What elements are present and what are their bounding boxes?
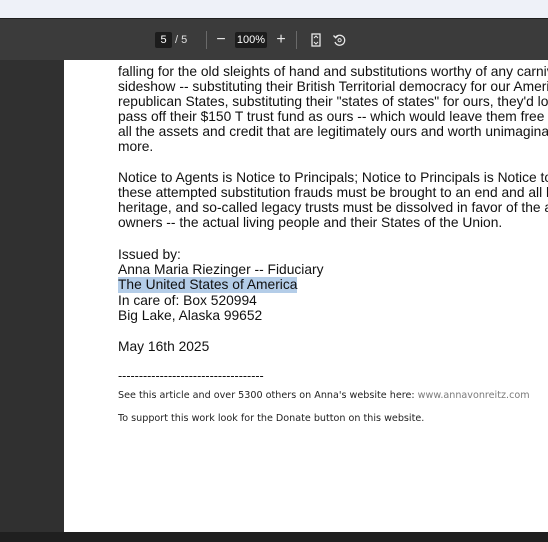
page-total: / 5 bbox=[175, 34, 188, 46]
browser-top-strip bbox=[0, 0, 548, 18]
divider-line: ----------------------------------- bbox=[118, 369, 264, 383]
care-of-line: In care of: Box 520994 bbox=[118, 293, 257, 308]
website-link[interactable]: www.annavonreitz.com bbox=[418, 390, 530, 401]
rotate-icon bbox=[333, 34, 346, 46]
paragraph-line: heritage, and so-called legacy trusts mu… bbox=[118, 200, 548, 215]
pdf-toolbar: 5 / 5 − 100% + bbox=[0, 18, 548, 60]
zoom-out-button[interactable]: − bbox=[211, 30, 231, 50]
fit-page-icon bbox=[311, 33, 321, 47]
footer-donate-note: To support this work look for the Donate… bbox=[118, 413, 425, 424]
issue-date: May 16th 2025 bbox=[118, 339, 210, 354]
zoom-in-button[interactable]: + bbox=[271, 30, 291, 50]
toolbar-divider bbox=[206, 31, 207, 49]
paragraph-line: Notice to Agents is Notice to Principals… bbox=[118, 170, 548, 185]
pdf-page: falling for the old sleights of hand and… bbox=[64, 60, 548, 532]
footer-article-text: See this article and over 5300 others on… bbox=[118, 390, 418, 401]
fit-to-page-button[interactable] bbox=[306, 30, 326, 50]
paragraph-line: sideshow -- substituting their British T… bbox=[118, 79, 548, 94]
page-number-input[interactable]: 5 bbox=[155, 32, 172, 48]
paragraph-line: more. bbox=[118, 139, 154, 154]
paragraph-line: falling for the old sleights of hand and… bbox=[118, 64, 548, 79]
selected-text-organization[interactable]: The United States of America bbox=[118, 277, 298, 293]
footer-article-note: See this article and over 5300 others on… bbox=[118, 390, 530, 402]
paragraph-line: these attempted substitution frauds must… bbox=[118, 185, 548, 200]
paragraph-line: all the assets and credit that are legit… bbox=[118, 124, 548, 139]
paragraph-line: pass off their $150 T trust fund as ours… bbox=[118, 109, 548, 124]
city-line: Big Lake, Alaska 99652 bbox=[118, 308, 263, 323]
toolbar-divider bbox=[296, 31, 297, 49]
rotate-button[interactable] bbox=[329, 30, 349, 50]
paragraph-line: republican States, substituting their "s… bbox=[118, 94, 548, 109]
issued-by-label: Issued by: bbox=[118, 247, 181, 262]
viewer-left-margin bbox=[0, 60, 64, 532]
paragraph-line: owners -- the actual living people and t… bbox=[118, 215, 503, 230]
viewer-bottom-bar bbox=[0, 532, 548, 542]
zoom-level-input[interactable]: 100% bbox=[235, 32, 267, 48]
issuer-name: Anna Maria Riezinger -- Fiduciary bbox=[118, 262, 324, 277]
